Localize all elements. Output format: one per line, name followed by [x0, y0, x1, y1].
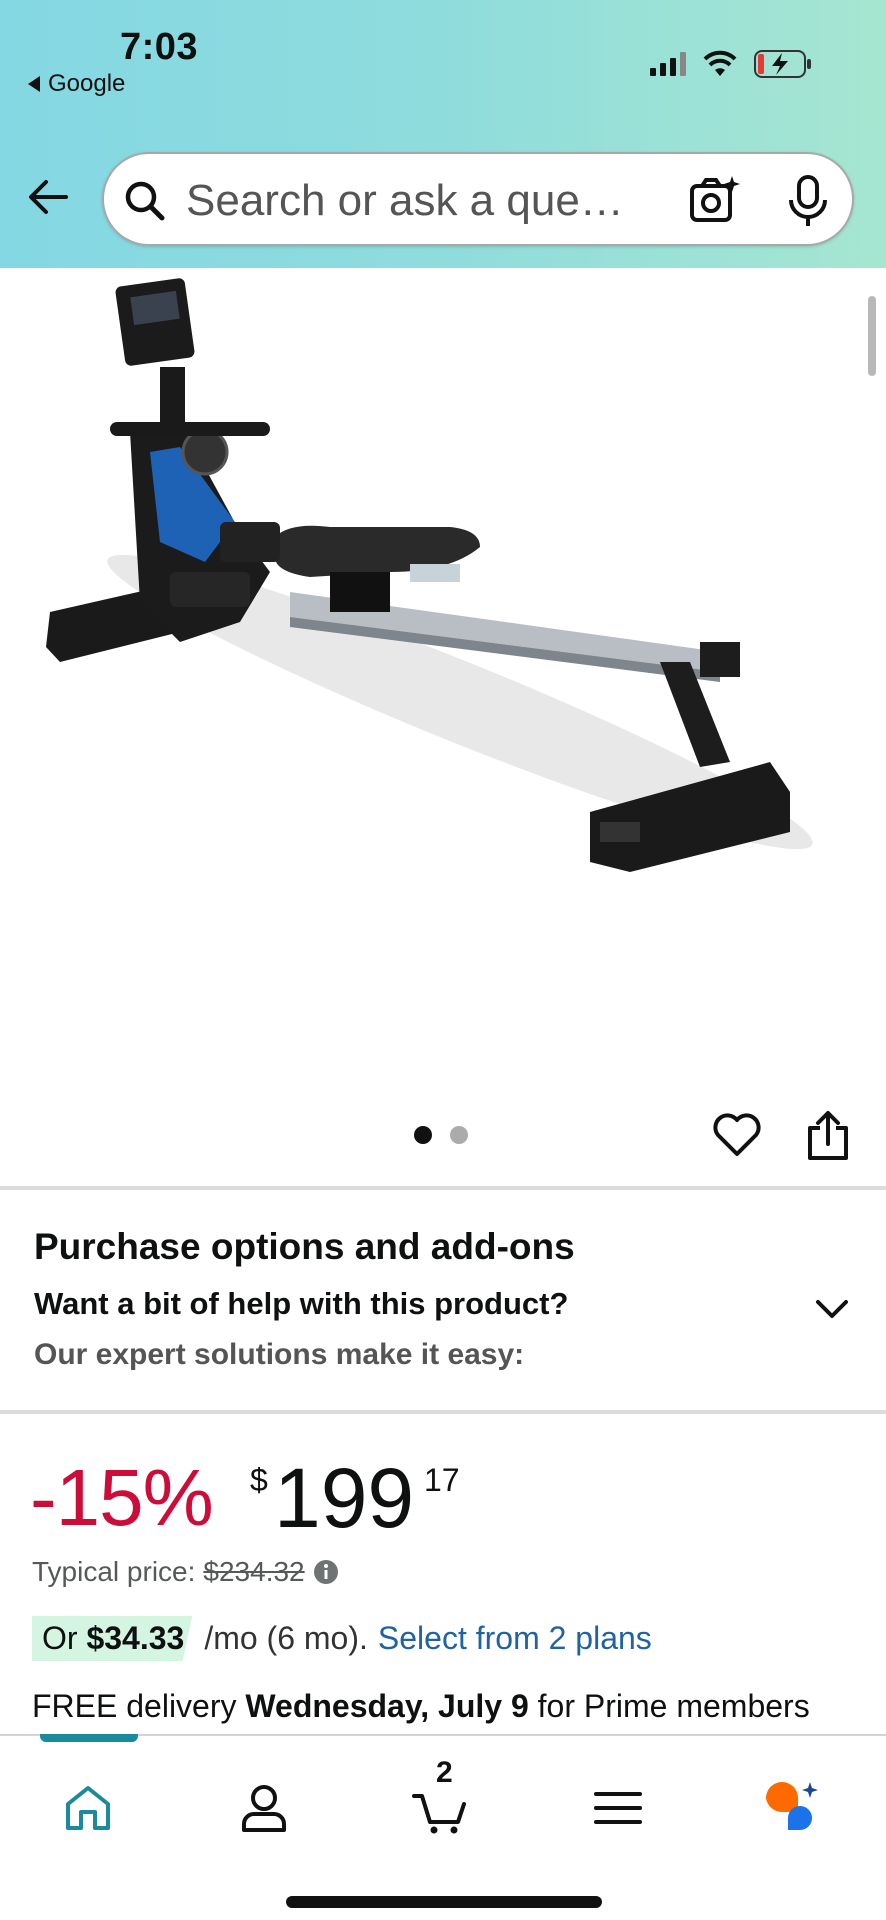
back-arrow-icon[interactable]	[24, 172, 74, 222]
status-time: 7:03	[120, 26, 199, 68]
discount-percent: -15%	[30, 1453, 214, 1542]
status-icons	[650, 50, 812, 78]
home-icon[interactable]	[58, 1778, 118, 1838]
search-input[interactable]: Search or ask a que…	[186, 176, 624, 226]
header: 7:03 Google Search or ask a que…	[0, 0, 886, 268]
search-bar[interactable]: Search or ask a que…	[102, 152, 854, 246]
divider	[0, 1186, 886, 1190]
menu-icon[interactable]	[588, 1778, 648, 1838]
battery-icon	[754, 50, 811, 78]
back-to-app-link[interactable]: Google	[28, 70, 125, 98]
camera-lens-icon[interactable]	[688, 174, 740, 226]
purchase-options-title: Purchase options and add-ons	[34, 1226, 575, 1267]
installment-prefix: Or	[42, 1620, 78, 1656]
signal-icon	[650, 52, 686, 76]
carousel-dot-2[interactable]	[450, 1126, 468, 1144]
back-triangle-icon	[28, 76, 40, 92]
product-image[interactable]	[30, 272, 850, 912]
share-icon[interactable]	[804, 1110, 852, 1162]
installment-amount: $34.33	[86, 1620, 185, 1656]
purchase-options-subtitle[interactable]: Want a bit of help with this product?	[34, 1286, 568, 1322]
typical-price-value: $234.32	[203, 1556, 305, 1587]
search-icon	[125, 181, 165, 221]
delivery-date: Wednesday, July 9	[245, 1688, 529, 1724]
carousel-dot-1[interactable]	[414, 1126, 432, 1144]
delivery-info: FREE delivery Wednesday, July 9 for Prim…	[32, 1688, 810, 1725]
back-app-label: Google	[48, 70, 126, 97]
wifi-icon	[703, 50, 737, 76]
home-indicator-bar	[286, 1896, 602, 1908]
installment-offer: Or $34.33 /mo (6 mo). Select from 2 plan…	[32, 1616, 652, 1661]
divider	[0, 1410, 886, 1414]
installment-term: /mo (6 mo).	[204, 1620, 368, 1656]
price-currency: $	[250, 1462, 268, 1498]
rufus-assistant-icon[interactable]	[762, 1778, 822, 1838]
chevron-down-icon[interactable]	[812, 1292, 852, 1324]
typical-price: Typical price: $234.32	[32, 1556, 339, 1588]
select-plans-link[interactable]: Select from 2 plans	[378, 1620, 652, 1657]
microphone-icon[interactable]	[786, 174, 830, 228]
price-whole: 199	[274, 1451, 415, 1545]
heart-icon[interactable]	[712, 1112, 762, 1158]
price-fraction: 17	[424, 1462, 460, 1498]
scroll-indicator	[868, 296, 876, 376]
purchase-options-note: Our expert solutions make it easy:	[34, 1338, 525, 1371]
cart-count-badge: 2	[436, 1756, 453, 1789]
account-icon[interactable]	[234, 1778, 294, 1838]
carousel-dots[interactable]	[414, 1126, 468, 1144]
delivery-suffix: for Prime members	[537, 1688, 810, 1724]
typical-price-label: Typical price:	[32, 1556, 196, 1587]
info-icon[interactable]	[313, 1559, 339, 1585]
installment-badge: Or $34.33	[32, 1616, 193, 1661]
nav-active-indicator	[40, 1734, 138, 1742]
delivery-prefix: FREE delivery	[32, 1688, 237, 1724]
